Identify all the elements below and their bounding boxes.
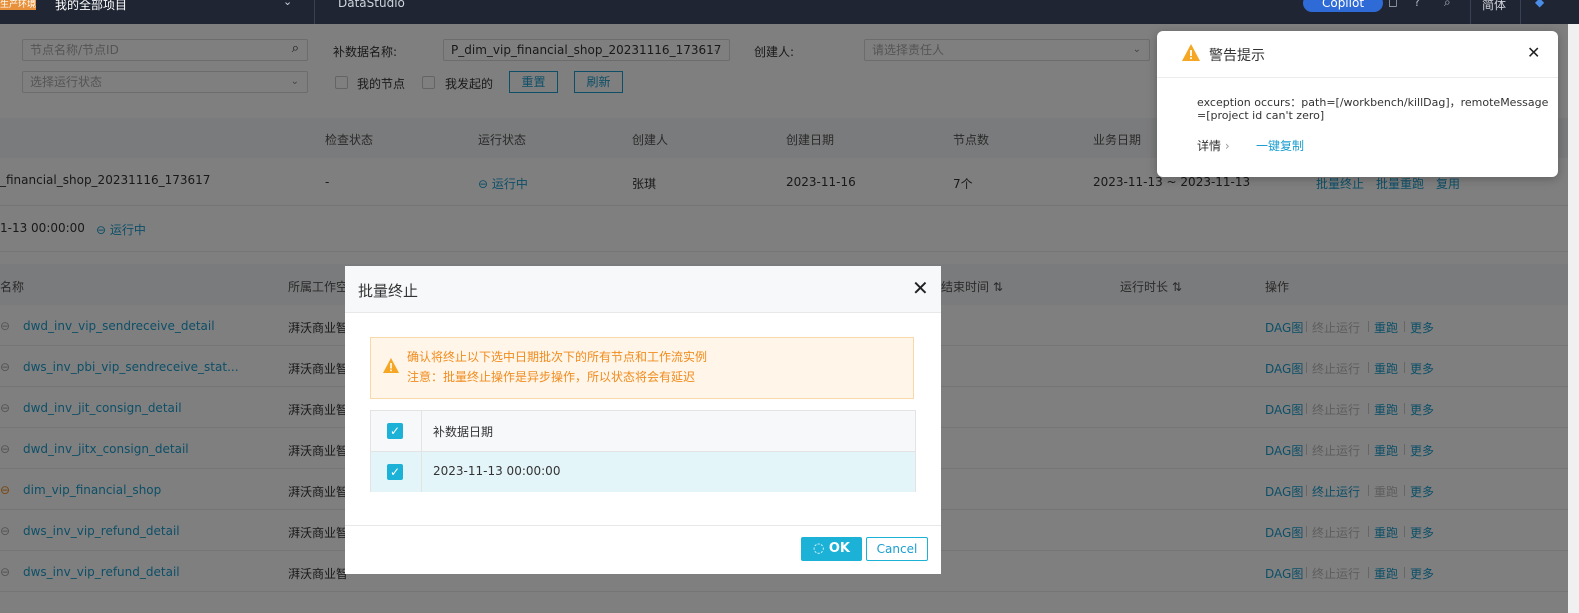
notification-message-line2: =[project id can't zero] <box>1197 109 1325 122</box>
language-switch[interactable]: 简体 <box>1482 0 1506 13</box>
warning-text-line2: 注意：批量终止操作是异步操作，所以状态将会有延迟 <box>407 370 696 384</box>
table-header-row: ✓ 补数据日期 <box>371 411 915 451</box>
bell-icon[interactable]: ◻ <box>1388 0 1398 9</box>
cancel-button[interactable]: Cancel <box>866 537 928 561</box>
ok-label: OK <box>828 541 850 556</box>
product-name[interactable]: DataStudio <box>338 0 405 10</box>
row-checkbox[interactable]: ✓ <box>387 464 403 480</box>
col-backfill-date: 补数据日期 <box>433 425 494 439</box>
dialog-title: 批量终止 <box>358 282 419 300</box>
project-selector[interactable]: 我的全部项目 <box>55 0 127 13</box>
divider <box>1520 0 1521 24</box>
loading-icon: ◌ <box>813 541 829 556</box>
divider <box>1157 77 1558 78</box>
date-select-table: ✓ 补数据日期 ✓ 2023-11-13 00:00:00 <box>370 410 916 492</box>
copy-button[interactable]: 一键复制 <box>1256 137 1304 154</box>
scrollbar[interactable] <box>1568 24 1579 613</box>
divider <box>345 525 941 526</box>
table-row[interactable]: ✓ 2023-11-13 00:00:00 <box>371 452 915 492</box>
divider <box>421 452 422 492</box>
ok-button[interactable]: ◌ OK <box>801 537 862 561</box>
warning-icon <box>1181 43 1201 63</box>
close-icon[interactable]: ✕ <box>912 276 929 300</box>
divider <box>345 312 941 313</box>
copilot-button[interactable]: Copilot <box>1303 0 1383 12</box>
help-icon[interactable]: ? <box>1414 0 1420 9</box>
close-icon[interactable]: ✕ <box>1527 43 1540 62</box>
user-icon[interactable]: ◆ <box>1535 0 1544 9</box>
divider <box>421 411 422 451</box>
warning-notification: 警告提示 ✕ exception occurs：path=[/workbench… <box>1157 31 1558 177</box>
batch-stop-dialog: 批量终止 ✕ 确认将终止以下选中日期批次下的所有节点和工作流实例 注意：批量终止… <box>345 266 941 574</box>
search-icon[interactable]: ⌕ <box>1444 0 1451 10</box>
dialog-header <box>345 266 941 312</box>
notification-title: 警告提示 <box>1209 48 1265 64</box>
divider <box>314 0 315 24</box>
warning-text-line1: 确认将终止以下选中日期批次下的所有节点和工作流实例 <box>407 350 708 364</box>
warning-alert: 确认将终止以下选中日期批次下的所有节点和工作流实例 注意：批量终止操作是异步操作… <box>370 337 914 399</box>
detail-toggle[interactable]: 详情 › <box>1197 137 1230 154</box>
notification-message-line1: exception occurs：path=[/workbench/killDa… <box>1197 96 1549 109</box>
divider <box>1470 0 1471 24</box>
detail-label: 详情 <box>1197 139 1222 153</box>
chevron-down-icon[interactable]: ⌄ <box>283 0 292 8</box>
env-badge: 生产环境 <box>0 0 37 10</box>
chevron-right-icon: › <box>1224 139 1230 153</box>
select-all-checkbox[interactable]: ✓ <box>387 423 403 439</box>
backfill-date-value: 2023-11-13 00:00:00 <box>433 464 561 478</box>
warning-icon <box>382 357 400 375</box>
